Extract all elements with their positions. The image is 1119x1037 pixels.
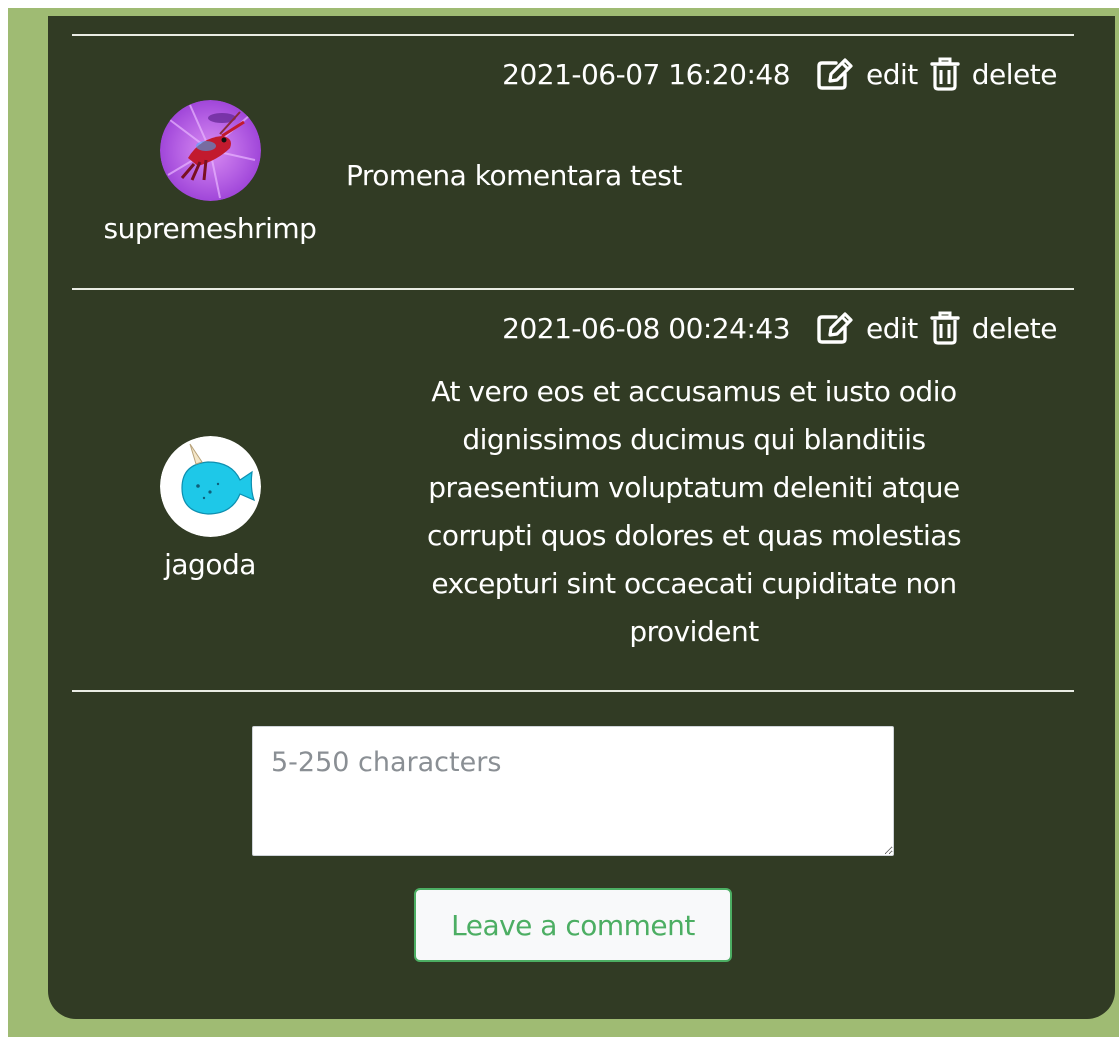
comment-text: Promena komentara test <box>346 159 682 192</box>
edit-icon <box>817 58 853 90</box>
comment-timestamp: 2021-06-07 16:20:48 <box>502 57 791 91</box>
delete-label: delete <box>971 311 1058 345</box>
divider <box>72 34 1074 36</box>
comment-author: supremeshrimp <box>103 212 317 245</box>
edit-icon <box>817 312 853 344</box>
leave-comment-button[interactable]: Leave a comment <box>414 888 732 962</box>
divider <box>72 288 1074 290</box>
trash-icon <box>930 57 960 91</box>
narwhal-avatar-icon <box>160 436 261 537</box>
divider <box>72 690 1074 692</box>
comment-author: jagoda <box>164 548 256 581</box>
trash-icon <box>930 311 960 345</box>
edit-comment-button[interactable]: edit <box>816 311 918 345</box>
comment-timestamp: 2021-06-08 00:24:43 <box>502 311 791 345</box>
comment-meta: 2021-06-08 00:24:43 edit delete <box>502 308 1058 348</box>
edit-label: edit <box>866 57 918 91</box>
edit-label: edit <box>866 311 918 345</box>
comment-input[interactable] <box>252 726 894 856</box>
delete-comment-button[interactable]: delete <box>930 57 1058 91</box>
delete-comment-button[interactable]: delete <box>930 311 1058 345</box>
shrimp-avatar-icon <box>160 100 261 201</box>
comment-meta: 2021-06-07 16:20:48 edit delete <box>502 54 1058 94</box>
delete-label: delete <box>971 57 1058 91</box>
edit-comment-button[interactable]: edit <box>816 57 918 91</box>
comment-text: At vero eos et accusamus et iusto odio d… <box>426 375 962 648</box>
